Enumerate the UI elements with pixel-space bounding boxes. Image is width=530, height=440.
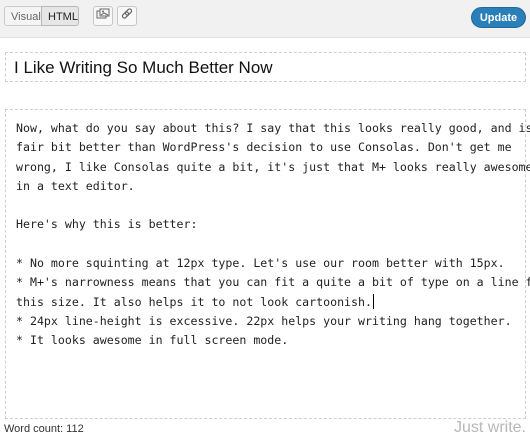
- editor-content: Now, what do you say about this? I say t…: [16, 119, 530, 351]
- editor-line: * It looks awesome in full screen mode.: [16, 333, 289, 348]
- link-icon: [120, 7, 134, 26]
- post-title: I Like Writing So Much Better Now: [14, 58, 273, 77]
- word-count: Word count: 112: [4, 423, 84, 435]
- editor-line: * No more squinting at 12px type. Let's …: [16, 256, 505, 271]
- editor-line: Here's why this is better:: [16, 217, 198, 232]
- post-title-field[interactable]: I Like Writing So Much Better Now: [5, 52, 526, 82]
- tab-visual[interactable]: Visual: [4, 6, 41, 26]
- editor-line: wrong, I like Consolas quite a bit, it's…: [16, 159, 530, 174]
- editor-line: * M+'s narrowness means that you can fit…: [16, 275, 530, 290]
- editor-toolbar: Visual HTML Update: [0, 0, 530, 38]
- tab-html[interactable]: HTML: [41, 6, 79, 26]
- editor-line: Now, what do you say about this? I say t…: [16, 121, 530, 135]
- editor-line: in a text editor.: [16, 178, 135, 193]
- insert-link-button[interactable]: [117, 6, 137, 26]
- post-content-editor[interactable]: Now, what do you say about this? I say t…: [5, 109, 530, 419]
- tagline: Just write.: [453, 419, 526, 436]
- editor-line-with-caret: this size. It also helps it to not look …: [16, 293, 516, 312]
- editor-line: fair bit better than WordPress's decisio…: [16, 140, 512, 155]
- editor-line-text: this size. It also helps it to not look …: [16, 294, 372, 309]
- update-button[interactable]: Update: [471, 7, 526, 28]
- text-caret: [372, 293, 374, 309]
- insert-media-button[interactable]: [93, 6, 113, 26]
- editor-line: * 24px line-height is excessive. 22px he…: [16, 313, 512, 328]
- gallery-icon: [96, 7, 110, 25]
